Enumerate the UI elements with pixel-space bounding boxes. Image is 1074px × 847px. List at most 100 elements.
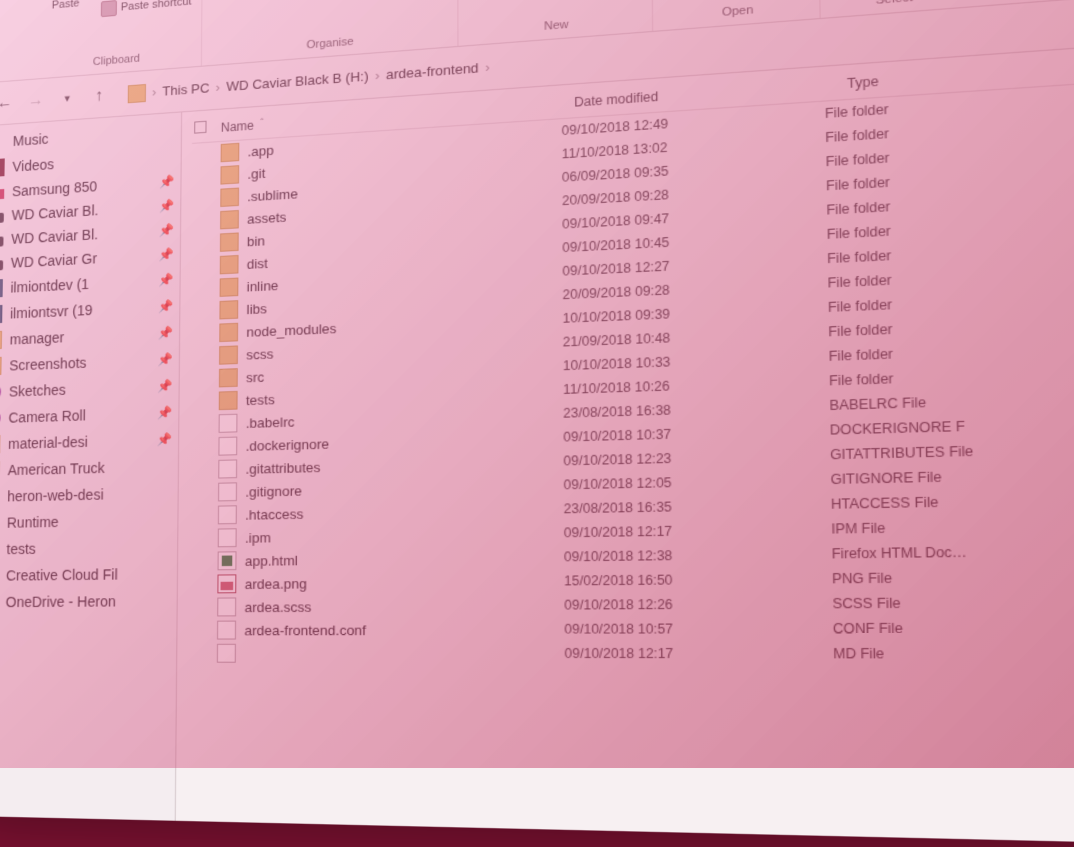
sidebar-item-label: Runtime	[7, 514, 59, 531]
file-name: tests	[246, 391, 275, 408]
folder-icon	[219, 323, 238, 342]
pin-icon: 📌	[157, 405, 172, 420]
file-name: .sublime	[247, 186, 298, 204]
ribbon-group-clipboard: Paste Copy Copy path Paste shortcut	[33, 0, 203, 79]
chevron-right-icon: ›	[152, 84, 157, 99]
file-name: .gitattributes	[245, 459, 320, 476]
file-name: dist	[247, 255, 268, 271]
explorer-window: Paste Copy Copy path Paste shortcut	[0, 0, 1074, 847]
file-name: scss	[246, 346, 273, 363]
sidebar-item[interactable]: Creative Cloud Fil	[0, 560, 177, 589]
folder-icon	[219, 300, 238, 319]
file-type: File folder	[829, 365, 1074, 389]
row-checkbox[interactable]	[191, 446, 218, 447]
file-name: ardea.png	[245, 575, 307, 591]
file-type: HTACCESS File	[831, 492, 1074, 512]
video-icon	[0, 158, 5, 177]
sidebar-item-label: Camera Roll	[8, 407, 85, 426]
folder-icon	[220, 210, 239, 229]
sidebar-item-label: Samsung 850	[12, 178, 97, 199]
breadcrumb-drive[interactable]: WD Caviar Black B (H:)	[226, 68, 368, 94]
row-checkbox[interactable]	[192, 355, 219, 356]
file-type: Firefox HTML Doc…	[831, 543, 1074, 562]
file-name: .babelrc	[246, 414, 295, 431]
file-icon	[218, 482, 237, 501]
file-name: .git	[247, 165, 265, 181]
file-name: .dockerignore	[246, 436, 330, 454]
row-checkbox[interactable]	[193, 288, 220, 289]
file-date: 09/10/2018 12:26	[564, 596, 832, 613]
sidebar-item-label: tests	[6, 541, 36, 558]
file-icon	[219, 414, 238, 433]
file-name: libs	[246, 300, 267, 316]
sidebar-item[interactable]: Runtime	[0, 506, 178, 536]
paste-button[interactable]: Paste	[44, 0, 88, 12]
recent-dropdown[interactable]: ▾	[56, 87, 78, 110]
breadcrumb-folder[interactable]: ardea-frontend	[386, 60, 479, 82]
row-checkbox[interactable]	[193, 265, 220, 266]
clipboard-group-label: Clipboard	[93, 53, 140, 73]
file-row[interactable]: 09/10/2018 12:17MD File	[188, 641, 1074, 667]
file-name: inline	[247, 277, 279, 294]
row-checkbox[interactable]	[193, 243, 220, 244]
file-name: src	[246, 369, 264, 385]
up-button[interactable]: ↑	[88, 84, 110, 107]
organise-group-label: Organise	[306, 36, 353, 56]
file-date: 09/10/2018 10:57	[564, 621, 833, 637]
file-date: 09/10/2018 10:37	[563, 422, 829, 445]
row-checkbox[interactable]	[193, 220, 220, 222]
file-type: File folder	[828, 339, 1074, 364]
sidebar-item[interactable]: tests	[0, 533, 177, 562]
pin-icon: 📌	[158, 273, 173, 288]
back-button[interactable]: ←	[0, 91, 15, 114]
sidebar-item-label: OneDrive - Heron	[6, 593, 116, 610]
row-checkbox[interactable]	[192, 401, 219, 402]
file-name: assets	[247, 209, 286, 227]
chevron-right-icon: ›	[216, 79, 221, 94]
file-icon	[218, 505, 237, 524]
folder-icon	[219, 345, 238, 364]
row-checkbox[interactable]	[192, 424, 219, 425]
paste-shortcut-button[interactable]: Paste shortcut	[101, 0, 192, 17]
sidebar-item-label: heron-web-desi	[7, 486, 104, 504]
file-pane: Name ˆ Date modified Type Size .app09/10…	[176, 34, 1074, 847]
sidebar-item-label: ilmiontsvr (19	[10, 302, 93, 322]
body: MusicVideosSamsung 850📌WD Caviar Bl.📌WD …	[0, 34, 1074, 847]
sidebar-item[interactable]: OneDrive - Heron	[0, 587, 177, 615]
sidebar-item-label: manager	[10, 329, 65, 347]
select-group-label: Select	[875, 0, 913, 12]
file-type: GITATTRIBUTES File	[830, 441, 1074, 463]
file-icon	[218, 437, 237, 456]
breadcrumb-this-pc[interactable]: This PC	[162, 80, 209, 99]
sidebar-item-label: WD Caviar Bl.	[12, 202, 99, 223]
breadcrumb-drive-icon	[128, 83, 146, 102]
file-type: CONF File	[833, 620, 1074, 637]
row-checkbox[interactable]	[191, 469, 218, 470]
row-checkbox[interactable]	[194, 175, 221, 177]
check-icon	[0, 409, 1, 428]
row-checkbox[interactable]	[191, 492, 218, 493]
check-icon	[0, 383, 1, 402]
sidebar-item-label: American Truck	[8, 460, 105, 479]
row-checkbox[interactable]	[193, 310, 220, 311]
file-name: .ipm	[245, 529, 271, 545]
file-date: 09/10/2018 12:05	[564, 472, 831, 493]
pin-icon: 📌	[157, 432, 172, 447]
file-list: .app09/10/2018 12:49File folder.git11/10…	[188, 72, 1074, 667]
col-checkbox[interactable]	[194, 120, 221, 137]
row-checkbox[interactable]	[192, 378, 219, 379]
row-checkbox[interactable]	[194, 198, 221, 200]
file-icon	[217, 644, 236, 663]
file-row[interactable]: ardea-frontend.conf09/10/2018 10:57CONF …	[188, 615, 1074, 642]
row-checkbox[interactable]	[194, 153, 221, 155]
music-icon	[0, 133, 5, 152]
pin-icon: 📌	[159, 199, 174, 214]
forward-button[interactable]: →	[25, 89, 47, 112]
file-name: ardea.scss	[245, 599, 312, 615]
file-name: .gitignore	[245, 482, 302, 499]
file-icon	[218, 528, 237, 547]
file-date: 09/10/2018 12:23	[563, 447, 830, 469]
row-checkbox[interactable]	[192, 333, 219, 334]
sidebar-item-label: Music	[13, 131, 49, 149]
sidebar-item[interactable]: heron-web-desi	[0, 479, 178, 510]
